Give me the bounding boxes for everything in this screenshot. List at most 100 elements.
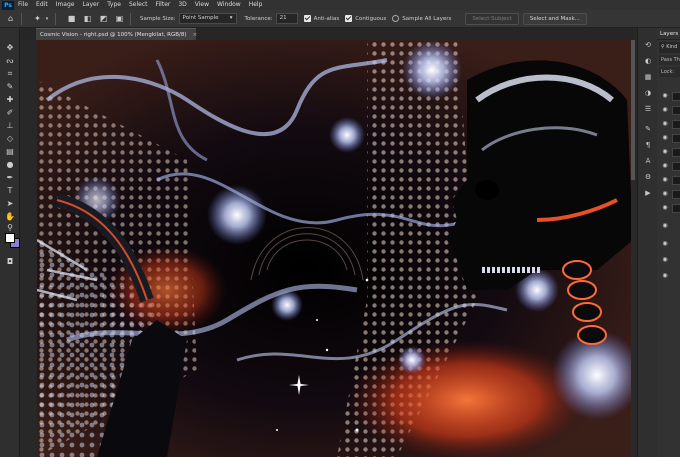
swatches-icon[interactable]: ▦ xyxy=(643,72,653,81)
contiguous-checkbox[interactable] xyxy=(345,15,353,22)
document-canvas[interactable] xyxy=(37,40,633,457)
divider xyxy=(55,12,56,25)
quick-mask-icon[interactable]: ◘ xyxy=(3,256,17,267)
options-bar: ⌂ ✦ ▾ ■ ◧ ◩ ▣ Sample Size: Point Sample … xyxy=(0,10,680,28)
divider xyxy=(21,12,22,25)
blend-mode-select[interactable]: Pass Th xyxy=(659,55,680,65)
eye-icon[interactable]: ◉ xyxy=(661,205,669,211)
chevron-down-icon[interactable]: ▾ xyxy=(44,13,50,24)
eye-icon[interactable]: ◉ xyxy=(661,223,669,229)
eye-icon[interactable]: ◉ xyxy=(661,163,669,169)
layer-thumbnail[interactable] xyxy=(672,176,680,185)
layers-panel-title[interactable]: Layers xyxy=(657,28,680,40)
layer-thumbnail[interactable] xyxy=(672,148,680,157)
eye-icon[interactable]: ◉ xyxy=(661,93,669,99)
intersect-selection-icon[interactable]: ▣ xyxy=(114,13,125,24)
eye-icon[interactable]: ◉ xyxy=(661,241,669,247)
eye-icon[interactable]: ◉ xyxy=(661,135,669,141)
sample-size-value: Point Sample xyxy=(182,15,219,21)
eye-icon[interactable]: ◉ xyxy=(661,191,669,197)
paragraph-icon[interactable]: ¶ xyxy=(643,140,653,149)
marquee-tool-icon[interactable] xyxy=(18,42,20,53)
menu-bar: Ps File Edit Image Layer Type Select Fil… xyxy=(0,0,680,10)
menu-type[interactable]: Type xyxy=(103,0,125,10)
select-and-mask-button[interactable]: Select and Mask... xyxy=(522,12,587,25)
clone-stamp-icon[interactable]: ⊥ xyxy=(3,120,17,131)
eyedropper-tool-icon[interactable]: ✎ xyxy=(3,81,17,92)
tolerance-input[interactable]: 21 xyxy=(275,13,298,24)
eye-icon[interactable]: ◉ xyxy=(661,149,669,155)
color-icon[interactable]: ◐ xyxy=(643,56,653,65)
photoshop-logo[interactable]: Ps xyxy=(2,0,14,10)
crop-tool-icon[interactable]: ⌗ xyxy=(3,68,17,79)
eye-icon[interactable]: ◉ xyxy=(661,107,669,113)
sample-all-layers-checkbox[interactable] xyxy=(392,15,400,22)
lasso-tool-icon[interactable]: ᔓ xyxy=(3,55,17,66)
menu-view[interactable]: View xyxy=(191,0,213,10)
tool-presets-icon[interactable]: ⚙ xyxy=(643,172,653,181)
scrollbar-thumb[interactable] xyxy=(631,40,635,180)
subtract-selection-icon[interactable]: ◩ xyxy=(98,13,109,24)
sample-size-label: Sample Size: xyxy=(140,15,176,22)
menu-edit[interactable]: Edit xyxy=(32,0,52,10)
layer-thumbnail[interactable] xyxy=(672,190,680,199)
select-subject-button[interactable]: Select Subject xyxy=(465,12,519,25)
foreground-color-swatch[interactable] xyxy=(5,233,15,243)
search-icon: ⚲ xyxy=(661,44,665,50)
menu-layer[interactable]: Layer xyxy=(78,0,103,10)
menu-window[interactable]: Window xyxy=(213,0,245,10)
layer-filter-label: Kind xyxy=(666,44,678,50)
eye-icon[interactable]: ◉ xyxy=(661,177,669,183)
layer-filter-kind[interactable]: ⚲ Kind xyxy=(659,42,680,53)
menu-help[interactable]: Help xyxy=(245,0,267,10)
dodge-tool-icon[interactable]: ● xyxy=(3,159,17,170)
path-selection-icon[interactable]: ➤ xyxy=(3,198,17,209)
lock-label: Lock: xyxy=(659,67,680,77)
divider xyxy=(130,12,131,25)
new-selection-icon[interactable]: ■ xyxy=(66,13,77,24)
layers-panel: Layers ⚲ Kind Pass Th Lock: ◉ ◉ ◉ ◉ ◉ ◉ … xyxy=(657,28,680,457)
menu-select[interactable]: Select xyxy=(125,0,152,10)
document-tab-title: Cosmic Vision - right.psd @ 100% (Mengki… xyxy=(40,31,187,38)
menu-filter[interactable]: Filter xyxy=(152,0,175,10)
menu-image[interactable]: Image xyxy=(52,0,79,10)
character-icon[interactable]: A xyxy=(643,156,653,165)
eraser-tool-icon[interactable]: ◇ xyxy=(3,133,17,144)
tolerance-label: Tolerance: xyxy=(244,15,273,22)
close-icon[interactable]: × xyxy=(192,32,197,38)
tools-panel: ✥ ᔓ ⌗ ✎ ✚ ✐ ⊥ ◇ ▤ ● ✒ T ➤ ✋ ⚲ ◘ xyxy=(0,28,20,457)
chevron-down-icon: ▾ xyxy=(229,15,233,21)
history-icon[interactable]: ⟲ xyxy=(643,40,653,49)
anti-alias-checkbox[interactable] xyxy=(303,15,311,22)
properties-icon[interactable]: ☰ xyxy=(643,104,653,113)
layer-thumbnail[interactable] xyxy=(672,204,680,213)
document-tab[interactable]: Cosmic Vision - right.psd @ 100% (Mengki… xyxy=(36,28,197,40)
gradient-tool-icon[interactable]: ▤ xyxy=(3,146,17,157)
anti-alias-label: Anti-alias xyxy=(313,15,340,22)
pen-tool-icon[interactable]: ✒ xyxy=(3,172,17,183)
menu-3d[interactable]: 3D xyxy=(174,0,190,10)
add-selection-icon[interactable]: ◧ xyxy=(82,13,93,24)
hand-tool-icon[interactable]: ✋ xyxy=(3,211,17,222)
eye-icon[interactable]: ◉ xyxy=(661,257,669,263)
layer-thumbnail[interactable] xyxy=(672,106,680,115)
healing-brush-icon[interactable]: ✚ xyxy=(3,94,17,105)
brush-tool-icon[interactable]: ✐ xyxy=(3,107,17,118)
eye-icon[interactable]: ◉ xyxy=(661,121,669,127)
type-tool-icon[interactable]: T xyxy=(3,185,17,196)
menu-file[interactable]: File xyxy=(14,0,32,10)
home-icon[interactable]: ⌂ xyxy=(5,13,16,24)
layer-thumbnail[interactable] xyxy=(672,134,680,143)
layer-thumbnail[interactable] xyxy=(672,162,680,171)
actions-icon[interactable]: ▶ xyxy=(643,188,653,197)
eye-icon[interactable]: ◉ xyxy=(661,273,669,279)
sample-size-select[interactable]: Point Sample ▾ xyxy=(178,13,237,24)
layer-thumbnail[interactable] xyxy=(672,120,680,129)
magic-wand-icon[interactable]: ✦ xyxy=(32,13,43,24)
brush-settings-icon[interactable]: ✎ xyxy=(643,124,653,133)
move-tool-icon[interactable]: ✥ xyxy=(3,42,17,53)
adjustments-icon[interactable]: ◑ xyxy=(643,88,653,97)
zoom-tool-icon[interactable]: ⚲ xyxy=(3,222,17,233)
layer-thumbnail[interactable] xyxy=(672,92,680,101)
sample-all-layers-label: Sample All Layers xyxy=(402,15,452,22)
